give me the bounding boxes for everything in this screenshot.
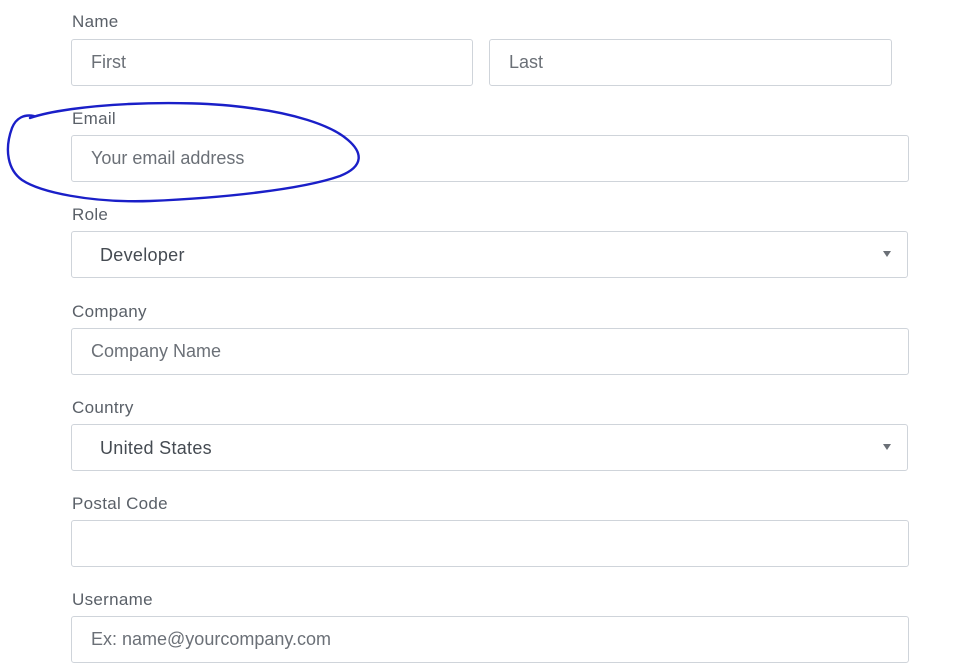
- username-label: Username: [72, 590, 153, 609]
- first-name-input[interactable]: [71, 39, 473, 86]
- country-label: Country: [72, 398, 134, 417]
- email-input[interactable]: [71, 135, 909, 182]
- company-label: Company: [72, 302, 147, 321]
- username-input[interactable]: [71, 616, 909, 663]
- postal-code-input[interactable]: [71, 520, 909, 567]
- chevron-down-icon: [883, 251, 891, 257]
- country-selected-value: United States: [100, 438, 212, 458]
- last-name-input[interactable]: [489, 39, 892, 86]
- name-label: Name: [72, 12, 119, 31]
- postal-code-label: Postal Code: [72, 494, 168, 513]
- country-select[interactable]: United States: [71, 424, 908, 471]
- role-select[interactable]: Developer: [71, 231, 908, 278]
- chevron-down-icon: [883, 444, 891, 450]
- signup-form: Name Email Role Developer Company Countr…: [0, 0, 957, 668]
- role-selected-value: Developer: [100, 245, 185, 265]
- role-label: Role: [72, 205, 109, 224]
- email-label: Email: [72, 109, 117, 128]
- company-input[interactable]: [71, 328, 909, 375]
